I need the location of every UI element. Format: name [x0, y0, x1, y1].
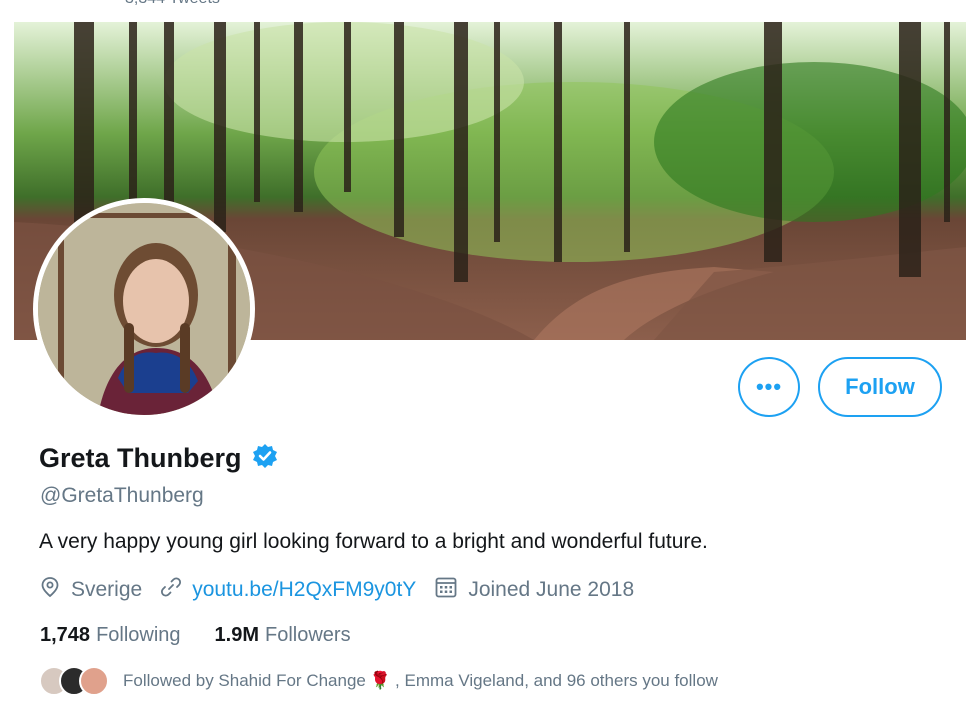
tweets-count: 3,344 Tweets: [125, 0, 220, 8]
link-icon: [160, 576, 182, 604]
rose-emoji-icon: 🌹: [369, 671, 392, 690]
joined-item: Joined June 2018: [434, 575, 634, 605]
following-stat[interactable]: 1,748 Following: [40, 624, 181, 647]
profile-avatar[interactable]: [33, 198, 255, 420]
following-label: Following: [96, 624, 181, 646]
followed-by-prefix: Followed by Shahid For Change: [123, 671, 366, 690]
top-strip: 3,344 Tweets: [0, 0, 980, 22]
name-row: Greta Thunberg: [39, 443, 278, 474]
following-count: 1,748: [40, 624, 91, 646]
website-item[interactable]: youtu.be/H2QxFM9y0tY: [160, 576, 416, 604]
handle: @GretaThunberg: [40, 484, 204, 507]
joined-text: Joined June 2018: [468, 578, 635, 601]
display-name: Greta Thunberg: [39, 443, 242, 473]
location-text: Sverige: [71, 578, 143, 601]
follow-button[interactable]: Follow: [818, 357, 942, 417]
followed-by-row[interactable]: Followed by Shahid For Change 🌹 , Emma V…: [39, 666, 718, 696]
followers-label: Followers: [265, 624, 351, 646]
calendar-icon: [434, 575, 458, 605]
more-options-button[interactable]: •••: [738, 357, 800, 417]
followers-count: 1.9M: [214, 624, 260, 646]
location-pin-icon: [39, 576, 61, 604]
mini-avatar: [79, 666, 109, 696]
location-item: Sverige: [39, 576, 142, 604]
verified-badge-icon: [252, 443, 278, 474]
bio: A very happy young girl looking forward …: [39, 530, 708, 553]
followed-by-suffix: , Emma Vigeland, and 96 others you follo…: [395, 671, 718, 690]
follow-stats: 1,748 Following 1.9M Followers: [40, 624, 385, 647]
website-link[interactable]: youtu.be/H2QxFM9y0tY: [192, 578, 416, 602]
followers-stat[interactable]: 1.9M Followers: [215, 624, 351, 647]
followed-by-avatars: [39, 666, 109, 696]
profile-meta: Sverige youtu.be/H2QxFM9y0tY Joined June…: [39, 575, 652, 605]
avatar-photo: [38, 203, 250, 415]
